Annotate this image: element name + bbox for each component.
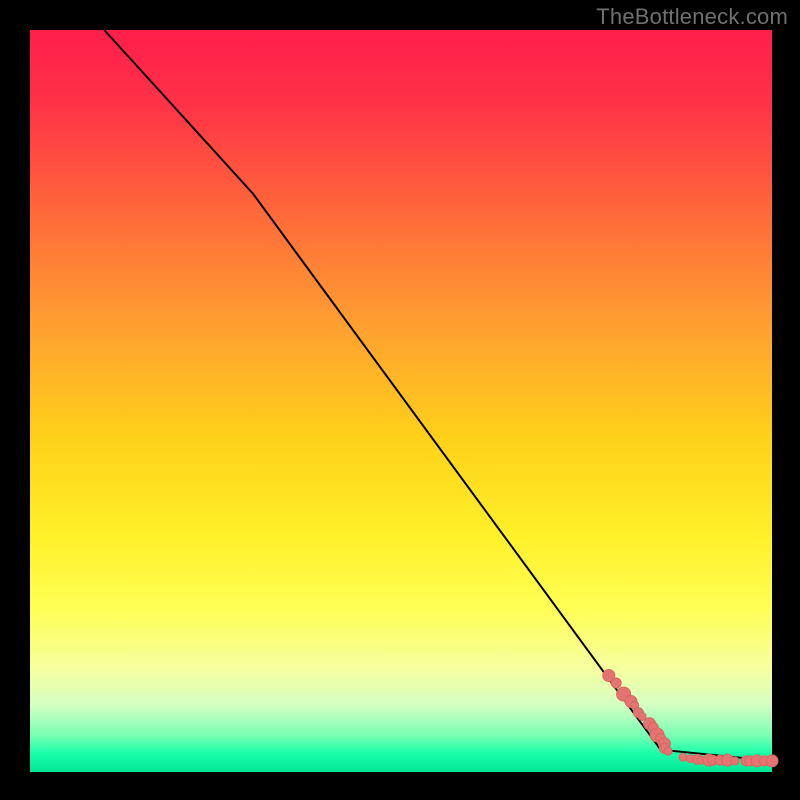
scatter-point — [679, 753, 687, 761]
scatter-point — [638, 712, 646, 720]
watermark-label: TheBottleneck.com — [596, 4, 788, 30]
scatter-point — [664, 747, 672, 755]
scatter-point — [731, 757, 739, 765]
scatter-point — [611, 678, 621, 688]
plot-background — [30, 30, 772, 772]
chart-frame: TheBottleneck.com — [0, 0, 800, 800]
chart-svg — [0, 0, 800, 800]
scatter-point — [766, 755, 778, 767]
